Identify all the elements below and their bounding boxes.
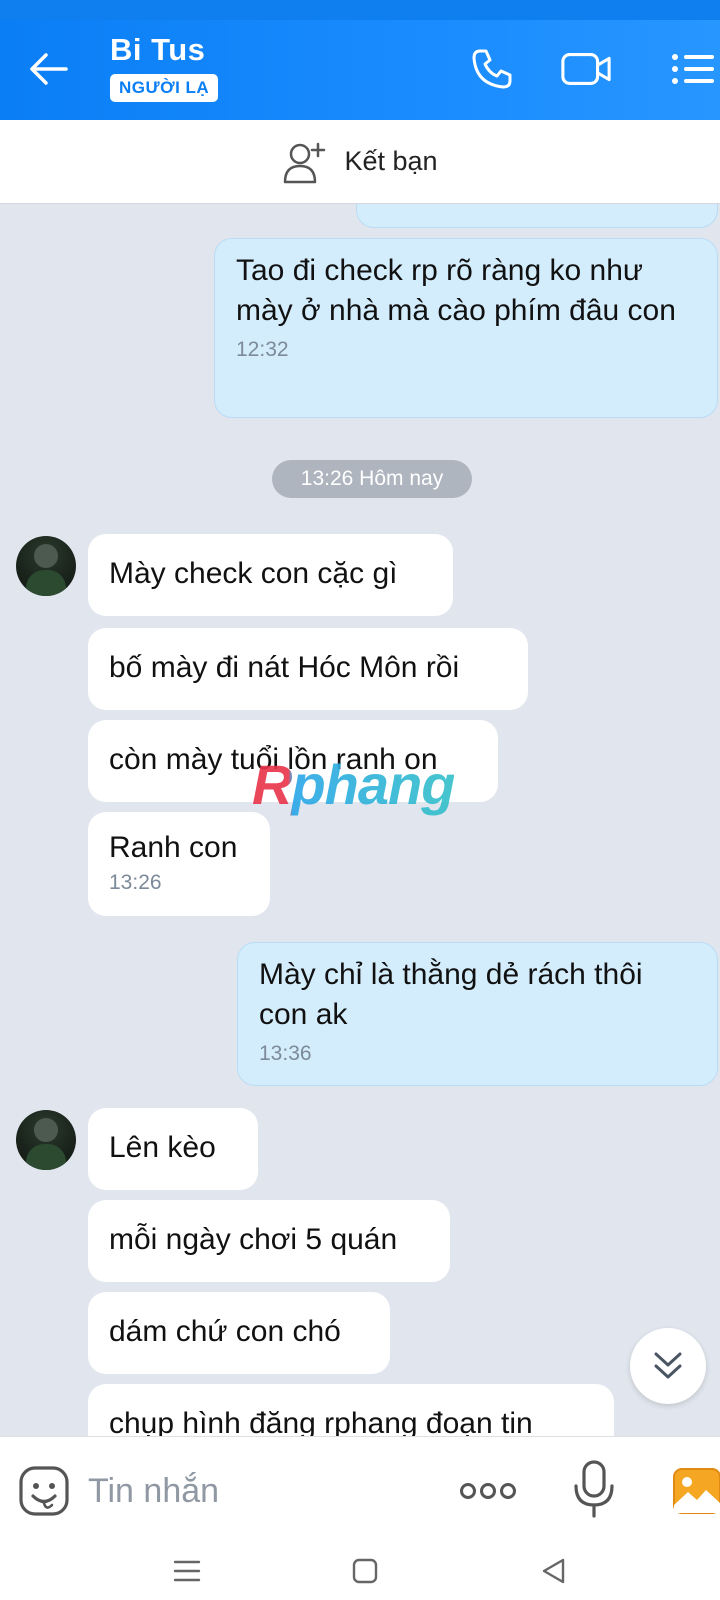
message-text: Mày chỉ là thằng dẻ rách thôi con ak — [259, 958, 643, 1031]
message-bubble-incoming[interactable]: Lên kèo — [88, 1108, 258, 1190]
system-navigation-bar — [0, 1542, 720, 1600]
back-triangle-icon — [542, 1558, 565, 1584]
avatar[interactable] — [16, 1110, 76, 1170]
message-text: mỗi ngày chơi 5 quán — [109, 1223, 398, 1256]
contact-title[interactable]: Bi Tus NGƯỜI LẠ — [110, 32, 219, 102]
add-friend-bar[interactable]: Kết bạn — [0, 120, 720, 204]
home-button[interactable] — [340, 1552, 390, 1590]
arrow-left-icon — [30, 53, 68, 85]
message-text: Tao đi check rp rõ ràng ko như mày ở nhà… — [236, 254, 676, 327]
chat-header: Bi Tus NGƯỜI LẠ — [0, 20, 720, 120]
more-dots-icon — [460, 1483, 516, 1499]
message-text: Mày check con cặc gì — [109, 557, 398, 590]
composer-bar — [0, 1436, 720, 1542]
message-bubble-incoming[interactable]: chụp hình đăng rphang đoạn tin — [88, 1384, 614, 1436]
more-options-button[interactable] — [456, 1471, 520, 1511]
message-bubble-incoming[interactable]: Ranh con 13:26 — [88, 812, 270, 916]
phone-icon — [472, 49, 512, 89]
message-bubble-incoming[interactable]: Mày check con cặc gì — [88, 534, 453, 616]
message-input[interactable] — [88, 1465, 428, 1517]
message-bubble-partial[interactable] — [356, 204, 718, 228]
message-list[interactable]: Tao đi check rp rõ ràng ko như mày ở nhà… — [0, 204, 720, 1436]
video-camera-icon — [561, 53, 611, 85]
stranger-badge: NGƯỜI LẠ — [110, 74, 219, 102]
send-image-button[interactable] — [670, 1465, 720, 1517]
date-separator: 13:26 Hôm nay — [272, 460, 472, 498]
list-menu-icon — [672, 54, 714, 84]
contact-name: Bi Tus — [110, 32, 206, 67]
message-time: 12:32 — [236, 338, 289, 361]
scroll-down-button[interactable] — [630, 1328, 706, 1404]
message-text: chụp hình đăng rphang đoạn tin — [109, 1407, 533, 1436]
message-text: Lên kèo — [109, 1131, 216, 1164]
message-text: dám chứ con chó — [109, 1315, 341, 1348]
double-chevron-down-icon — [654, 1352, 682, 1379]
add-person-icon — [284, 142, 326, 183]
back-nav-button[interactable] — [528, 1552, 578, 1590]
sticker-face-icon — [19, 1466, 69, 1516]
message-bubble-incoming[interactable]: bố mày đi nát Hóc Môn rồi — [88, 628, 528, 710]
watermark-logo: Rphang — [252, 753, 455, 816]
recent-apps-icon — [173, 1560, 201, 1582]
add-friend-label: Kết bạn — [344, 146, 438, 176]
microphone-icon — [574, 1460, 614, 1518]
message-time: 13:36 — [259, 1042, 312, 1065]
message-text: Ranh con — [109, 831, 238, 864]
voice-record-button[interactable] — [572, 1459, 616, 1519]
recent-apps-button[interactable] — [162, 1552, 212, 1590]
voice-call-button[interactable] — [466, 46, 518, 92]
home-square-icon — [352, 1558, 378, 1584]
emoji-button[interactable] — [18, 1465, 70, 1517]
message-bubble-outgoing[interactable]: Mày chỉ là thằng dẻ rách thôi con ak 13:… — [237, 942, 718, 1086]
message-time: 13:26 — [109, 871, 162, 894]
message-bubble-incoming[interactable]: mỗi ngày chơi 5 quán — [88, 1200, 450, 1282]
image-gallery-icon — [673, 1468, 720, 1514]
menu-button[interactable] — [664, 46, 720, 92]
avatar[interactable] — [16, 536, 76, 596]
message-bubble-outgoing[interactable]: Tao đi check rp rõ ràng ko như mày ở nhà… — [214, 238, 718, 418]
status-bar — [0, 0, 720, 20]
message-text: bố mày đi nát Hóc Môn rồi — [109, 651, 460, 684]
video-call-button[interactable] — [560, 46, 612, 92]
back-button[interactable] — [22, 46, 74, 92]
message-bubble-incoming[interactable]: dám chứ con chó — [88, 1292, 390, 1374]
